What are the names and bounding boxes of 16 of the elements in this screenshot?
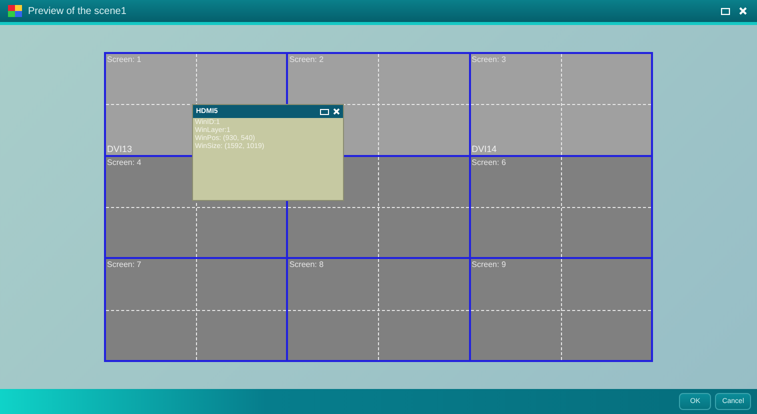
app-icon — [8, 5, 22, 17]
screen-label: Screen: 1 — [107, 55, 142, 64]
screen-label: Screen: 6 — [472, 158, 506, 167]
screen-label: Screen: 2 — [289, 55, 324, 64]
maximize-button[interactable] — [719, 6, 731, 16]
screen-label: Screen: 3 — [472, 55, 506, 64]
maximize-icon[interactable] — [320, 108, 329, 114]
screen-label: Screen: 9 — [472, 260, 506, 270]
screen-label: Screen: 8 — [289, 260, 324, 270]
source-label: DVI14 — [472, 144, 497, 154]
close-icon[interactable] — [333, 108, 340, 115]
source-label: DVI13 — [107, 144, 132, 154]
window-title: Preview of the scene1 — [28, 6, 128, 16]
screen-label: Screen: 4 — [107, 158, 142, 167]
close-button[interactable] — [737, 6, 749, 16]
screen-label: Screen: 7 — [107, 260, 142, 270]
